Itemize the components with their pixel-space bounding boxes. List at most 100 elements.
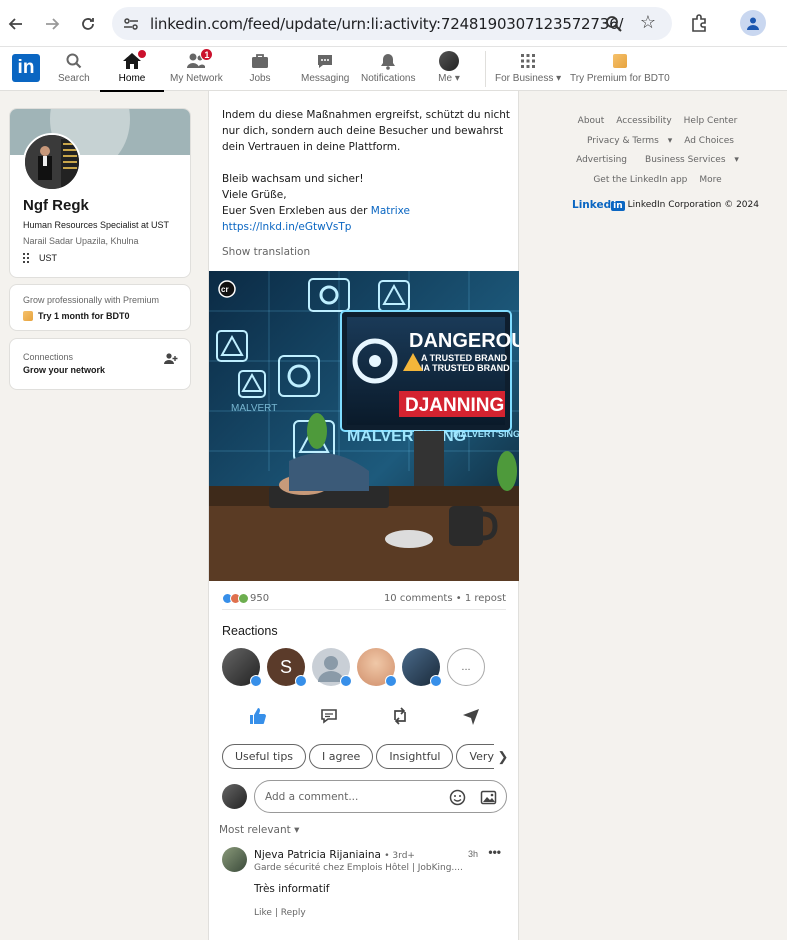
nav-try-premium[interactable]: Try Premium for BDT0 [570, 51, 670, 91]
comment-input[interactable]: Add a comment... [254, 780, 507, 813]
svg-text:MALVERT'SING: MALVERT'SING [347, 428, 466, 445]
network-badge: 1 [200, 48, 214, 61]
post-body: Indem du diese Maßnahmen ergreifst, schü… [222, 107, 512, 235]
footer-link[interactable]: Privacy & Terms ▾ [581, 136, 672, 146]
chip-insightful[interactable]: Insightful [376, 744, 454, 769]
send-button[interactable] [461, 706, 481, 726]
linkedin-logo[interactable]: in [12, 54, 40, 82]
svg-text:IA TRUSTED BRAND: IA TRUSTED BRAND [421, 363, 510, 373]
like-button[interactable] [248, 706, 268, 726]
footer-link[interactable]: More [699, 175, 721, 185]
footer-link[interactable]: Accessibility [616, 116, 671, 126]
nav-divider [485, 51, 486, 87]
bookmark-star-icon[interactable]: ☆ [640, 12, 656, 33]
commenter-avatar[interactable] [222, 847, 247, 872]
site-settings-icon[interactable] [122, 15, 140, 33]
footer-link[interactable]: Ad Choices [684, 136, 734, 146]
comment-composer: Add a comment... [222, 780, 507, 814]
profile-org[interactable]: UST [23, 253, 57, 263]
like-badge-icon [430, 675, 442, 687]
post-line: Euer Sven Erxleben aus der Matrixe [222, 205, 410, 217]
nav-my-network[interactable]: 1 My Network [170, 48, 223, 91]
premium-upsell-card[interactable]: Grow professionally with Premium Try 1 m… [9, 284, 191, 331]
nav-home[interactable]: Home [100, 49, 164, 92]
nav-search[interactable]: Search [58, 51, 90, 91]
browser-toolbar: linkedin.com/feed/update/urn:li:activity… [0, 0, 787, 47]
footer-link[interactable]: About [578, 116, 605, 126]
comment-reply-button[interactable]: Reply [281, 908, 306, 918]
add-person-icon[interactable] [164, 352, 178, 366]
nav-for-business[interactable]: For Business ▾ [495, 51, 561, 91]
forward-button[interactable] [40, 12, 64, 36]
comment-time: 3h [467, 849, 478, 859]
browser-profile-avatar[interactable] [740, 10, 766, 36]
nav-jobs[interactable]: Jobs [249, 51, 271, 91]
briefcase-icon [252, 54, 268, 68]
connections-card[interactable]: Connections Grow your network [9, 338, 191, 390]
svg-text:MALVERT: MALVERT [231, 403, 277, 414]
repost-button[interactable] [390, 706, 410, 726]
reactor-avatar[interactable] [402, 648, 442, 687]
nav-messaging[interactable]: Messaging [301, 51, 349, 91]
profile-avatar[interactable] [23, 133, 81, 191]
social-counts: 950 10 comments • 1 repost [222, 588, 506, 608]
like-badge-icon [340, 675, 352, 687]
divider [222, 609, 506, 610]
emoji-icon[interactable] [449, 789, 466, 806]
nav-me[interactable]: Me ▾ [438, 51, 460, 91]
arrow-right-icon [46, 18, 60, 30]
comments-reposts-count[interactable]: 10 comments • 1 repost [384, 593, 506, 604]
short-link[interactable]: https://lnkd.in/eGtwVsTp [222, 221, 351, 233]
footer-link[interactable]: Help Center [684, 116, 738, 126]
suggested-replies: Useful tipsI agreeInsightfulVery helpful… [222, 744, 512, 770]
profile-card[interactable]: Ngf Regk Human Resources Specialist at U… [9, 108, 191, 278]
me-avatar [439, 51, 459, 71]
show-translation-button[interactable]: Show translation [222, 246, 310, 258]
reactor-avatar[interactable]: S [267, 648, 307, 687]
comment-button[interactable] [319, 706, 339, 726]
reload-icon [82, 18, 94, 30]
matrixe-link[interactable]: Matrixe [371, 205, 410, 217]
more-options-icon[interactable]: ••• [488, 845, 501, 859]
reload-button[interactable] [76, 12, 100, 36]
connections-label: Connections [23, 352, 74, 362]
footer-link[interactable]: Business Services ▾ [639, 155, 739, 165]
svg-text:MALVERT'SING: MALVERT'SING [453, 429, 519, 439]
nav-notifications[interactable]: Notifications [361, 51, 415, 91]
reactor-avatar[interactable] [312, 648, 352, 687]
chip-i-agree[interactable]: I agree [309, 744, 374, 769]
commenter-name[interactable]: Njeva Patricia Rijaniaina • 3rd+ [254, 849, 415, 861]
footer-link[interactable]: Get the LinkedIn app [593, 175, 687, 185]
extensions-icon[interactable] [688, 12, 710, 34]
post-detail: Indem du diese Maßnahmen ergreifst, schü… [208, 91, 519, 940]
comment-like-button[interactable]: Like [254, 908, 272, 918]
reactor-avatar[interactable] [357, 648, 397, 687]
footer-link[interactable]: Advertising [576, 155, 627, 165]
more-reactors-button[interactable]: ... [447, 648, 485, 686]
profile-name[interactable]: Ngf Regk [23, 197, 89, 214]
url-text[interactable]: linkedin.com/feed/update/urn:li:activity… [150, 15, 623, 33]
premium-offer[interactable]: Try 1 month for BDT0 [23, 311, 130, 321]
grid-icon [521, 54, 536, 68]
post-image[interactable]: DANGEROUS A TRUSTED BRAND IA TRUSTED BRA… [209, 271, 519, 581]
post-line: Bleib wachsam und sicher! [222, 173, 364, 185]
like-badge-icon [385, 675, 397, 687]
post-line: Viele Grüße, [222, 189, 287, 201]
reaction-count[interactable]: 950 [222, 592, 269, 604]
chevron-right-icon[interactable]: ❯ [494, 744, 512, 770]
address-bar[interactable]: linkedin.com/feed/update/urn:li:activity… [112, 7, 672, 40]
person-icon [747, 17, 759, 30]
linkedin-wordmark: Linked in [572, 199, 625, 211]
back-button[interactable] [4, 12, 28, 36]
commenter-tagline: Garde sécurité chez Emplois Hôtel | JobK… [254, 863, 463, 873]
zoom-icon[interactable] [604, 14, 624, 34]
profile-photo [25, 135, 79, 189]
comment-sort-dropdown[interactable]: Most relevant ▾ [219, 824, 299, 836]
like-badge-icon [250, 675, 262, 687]
svg-text:cr: cr [221, 285, 229, 294]
premium-icon [612, 54, 627, 68]
chip-useful-tips[interactable]: Useful tips [222, 744, 307, 769]
image-icon[interactable] [480, 789, 497, 806]
reactor-avatar[interactable] [222, 648, 262, 687]
svg-text:A TRUSTED BRAND: A TRUSTED BRAND [421, 353, 508, 363]
